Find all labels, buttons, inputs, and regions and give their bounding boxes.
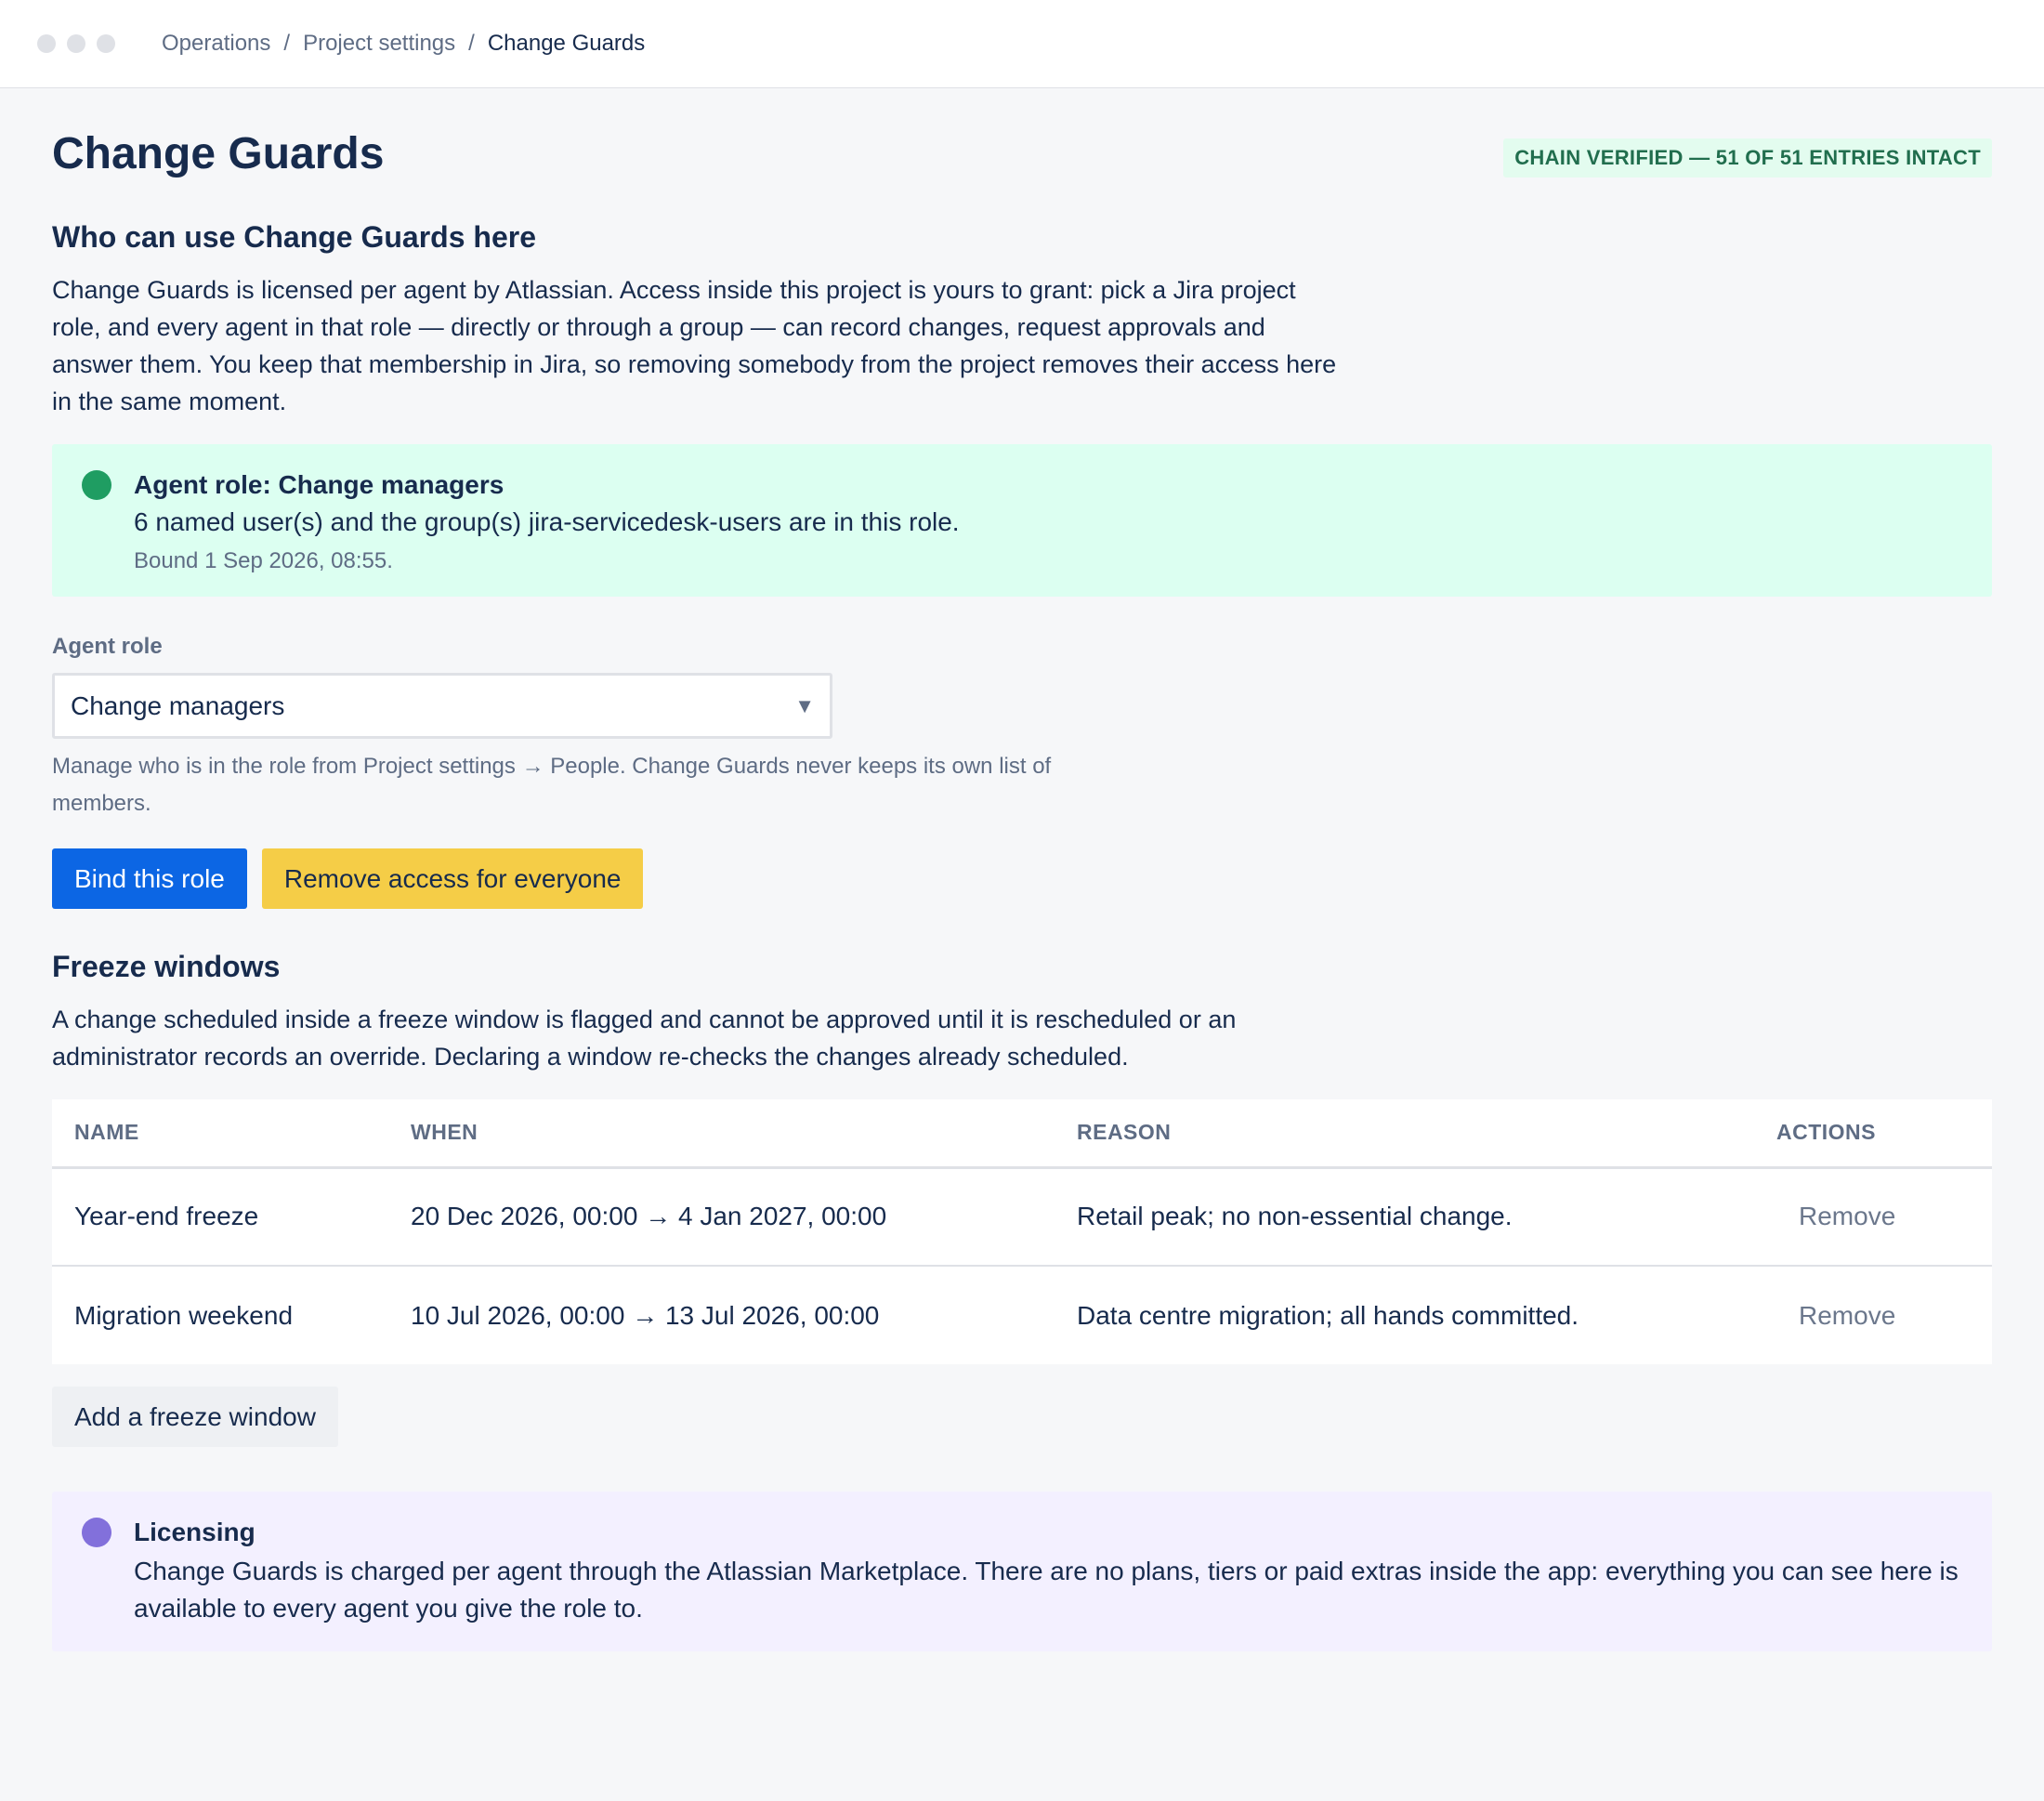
freeze-reason-cell: Retail peak; no non-essential change. bbox=[1077, 1202, 1513, 1231]
add-freeze-window-button[interactable]: Add a freeze window bbox=[52, 1387, 338, 1447]
success-status-icon bbox=[82, 470, 111, 500]
agent-role-status-title: Agent role: Change managers bbox=[134, 470, 504, 499]
breadcrumb-separator: / bbox=[283, 31, 291, 56]
table-header-row: NAME WHEN REASON ACTIONS bbox=[52, 1099, 1992, 1169]
agent-role-label: Agent role bbox=[52, 634, 163, 659]
window-dot-icon bbox=[37, 34, 56, 53]
freeze-actions-cell: Remove bbox=[1754, 1167, 1992, 1266]
freeze-name-cell: Migration weekend bbox=[52, 1265, 388, 1364]
column-header-actions: ACTIONS bbox=[1754, 1099, 1992, 1169]
window-dot-icon bbox=[67, 34, 85, 53]
agent-role-select[interactable]: Change managers ▼ bbox=[52, 673, 832, 739]
column-header-when: WHEN bbox=[388, 1099, 1055, 1169]
chain-verified-badge: CHAIN VERIFIED — 51 OF 51 ENTRIES INTACT bbox=[1503, 138, 1992, 177]
column-header-reason: REASON bbox=[1055, 1099, 1754, 1169]
licensing-panel: Licensing Change Guards is charged per a… bbox=[52, 1492, 1992, 1651]
freeze-heading: Freeze windows bbox=[52, 950, 281, 983]
freeze-windows-table: NAME WHEN REASON ACTIONS Year-end freeze… bbox=[52, 1099, 1992, 1364]
chevron-down-icon: ▼ bbox=[794, 693, 815, 717]
role-actions: Bind this role Remove access for everyon… bbox=[52, 848, 1992, 909]
bind-role-button[interactable]: Bind this role bbox=[52, 848, 247, 909]
breadcrumb: Operations / Project settings / Change G… bbox=[162, 31, 645, 57]
agent-role-help: Manage who is in the role from Project s… bbox=[52, 754, 1052, 816]
column-header-name: NAME bbox=[52, 1099, 388, 1169]
breadcrumb-separator: / bbox=[468, 31, 475, 56]
agent-role-status-panel: Agent role: Change managers 6 named user… bbox=[52, 444, 1992, 597]
licensing-body: Licensing Change Guards is charged per a… bbox=[134, 1516, 1962, 1627]
info-status-icon bbox=[82, 1518, 111, 1547]
main-content: Change Guards CHAIN VERIFIED — 51 OF 51 … bbox=[0, 88, 2044, 1651]
breadcrumb-current: Change Guards bbox=[487, 31, 646, 56]
freeze-when-cell: 20 Dec 2026, 00:00 → 4 Jan 2027, 00:00 bbox=[411, 1202, 887, 1231]
remove-freeze-button[interactable]: Remove bbox=[1799, 1301, 1895, 1330]
agent-role-status-body: Agent role: Change managers 6 named user… bbox=[134, 468, 960, 574]
remove-access-button[interactable]: Remove access for everyone bbox=[261, 848, 644, 909]
remove-freeze-button[interactable]: Remove bbox=[1799, 1202, 1895, 1230]
freeze-description: A change scheduled inside a freeze windo… bbox=[52, 1006, 1237, 1071]
window-controls bbox=[37, 34, 115, 53]
freeze-actions-cell: Remove bbox=[1754, 1265, 1992, 1364]
table-row: Year-end freeze 20 Dec 2026, 00:00 → 4 J… bbox=[52, 1167, 1992, 1266]
freeze-reason-cell: Data centre migration; all hands committ… bbox=[1055, 1265, 1754, 1364]
page-title: Change Guards bbox=[52, 129, 385, 178]
freeze-when-cell: 10 Jul 2026, 00:00 → 13 Jul 2026, 00:00 bbox=[388, 1265, 1055, 1364]
top-bar: Operations / Project settings / Change G… bbox=[0, 0, 2044, 88]
window-dot-icon bbox=[97, 34, 115, 53]
breadcrumb-operations[interactable]: Operations bbox=[162, 31, 270, 57]
breadcrumb-project-settings[interactable]: Project settings bbox=[303, 31, 455, 57]
table-row: Migration weekend 10 Jul 2026, 00:00 → 1… bbox=[52, 1265, 1992, 1364]
licensing-text: Change Guards is charged per agent throu… bbox=[134, 1557, 1959, 1623]
freeze-name-cell: Year-end freeze bbox=[74, 1202, 259, 1231]
agent-role-selected-value: Change managers bbox=[71, 690, 285, 720]
agent-role-bound-time: Bound 1 Sep 2026, 08:55. bbox=[134, 548, 393, 573]
access-heading: Who can use Change Guards here bbox=[52, 220, 536, 254]
access-description: Change Guards is licensed per agent by A… bbox=[52, 276, 1337, 415]
licensing-title: Licensing bbox=[134, 1518, 256, 1546]
agent-role-status-text: 6 named user(s) and the group(s) jira-se… bbox=[134, 507, 960, 536]
